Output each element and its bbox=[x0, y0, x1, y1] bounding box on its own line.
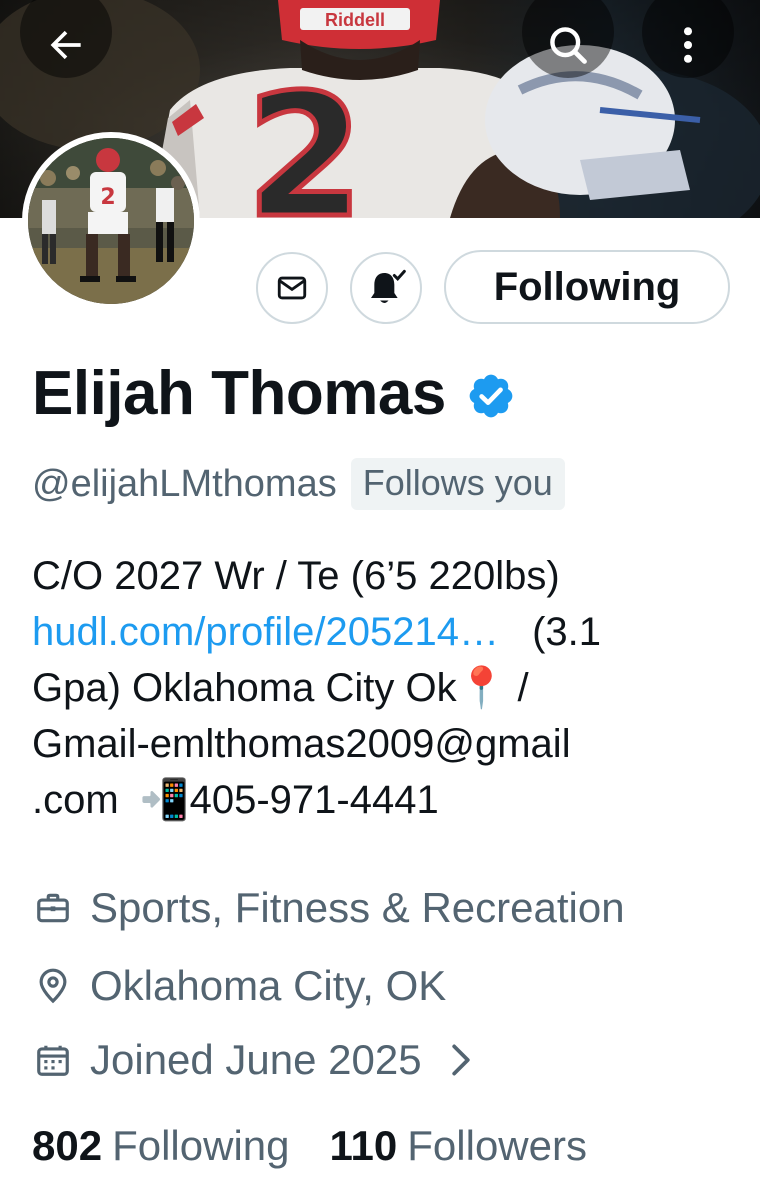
briefcase-icon bbox=[32, 887, 74, 929]
user-handle: @elijahLMthomas bbox=[32, 462, 337, 505]
display-name: Elijah Thomas bbox=[32, 359, 446, 428]
avatar-jersey-number: 2 bbox=[100, 185, 115, 210]
bio-line: C/O 2027 Wr / Te (6’5 220lbs) bbox=[32, 554, 560, 598]
helmet-logo-text: Riddell bbox=[325, 10, 385, 30]
following-button[interactable]: Following bbox=[444, 250, 730, 324]
followers-count: 110 bbox=[329, 1122, 398, 1169]
search-icon bbox=[550, 27, 587, 64]
bio-link[interactable]: hudl.com/profile/205214… bbox=[32, 610, 499, 654]
bio-text: (3.1 bbox=[532, 610, 602, 654]
more-vertical-icon bbox=[683, 27, 693, 63]
profile-joined[interactable]: Joined June 2025 bbox=[32, 1036, 474, 1084]
avatar[interactable]: 2 bbox=[22, 132, 200, 310]
avatar-photo: 2 bbox=[28, 138, 194, 304]
following-link[interactable]: 802 Following bbox=[32, 1122, 290, 1170]
mail-icon bbox=[277, 276, 307, 300]
category-text: Sports, Fitness & Recreation bbox=[90, 884, 625, 931]
bio-phone: 405-971-4441 bbox=[189, 778, 439, 822]
location-text: Oklahoma City, OK bbox=[90, 962, 447, 1009]
calendar-icon bbox=[32, 1039, 74, 1081]
followers-link[interactable]: 110 Followers bbox=[330, 1122, 587, 1170]
phone-emoji: 📲 bbox=[139, 778, 190, 822]
arrow-left-icon bbox=[50, 30, 81, 60]
verified-badge-icon[interactable] bbox=[466, 371, 516, 421]
bio-text: .com bbox=[32, 778, 119, 822]
bio-line: Gpa) Oklahoma City Ok📍 / bbox=[32, 666, 529, 710]
profile-bio: C/O 2027 Wr / Te (6’5 220lbs) hudl.com/p… bbox=[32, 548, 732, 828]
following-count: 802 bbox=[32, 1122, 103, 1169]
jersey-number: 2 bbox=[246, 58, 364, 218]
location-pin-icon bbox=[32, 965, 74, 1007]
profile-category: Sports, Fitness & Recreation bbox=[32, 884, 625, 932]
bio-line: hudl.com/profile/205214… (3.1 bbox=[32, 604, 732, 660]
profile-location: Oklahoma City, OK bbox=[32, 962, 446, 1010]
follows-you-badge: Follows you bbox=[350, 458, 565, 510]
profile-name-row: Elijah Thomas bbox=[32, 358, 516, 429]
notifications-button[interactable] bbox=[350, 252, 422, 324]
joined-text: Joined June 2025 bbox=[90, 1036, 422, 1083]
following-label: Following bbox=[112, 1122, 290, 1169]
bio-line: Gmail-emlthomas2009@gmail bbox=[32, 722, 571, 766]
handle-row: @elijahLMthomas Follows you bbox=[32, 458, 565, 510]
follow-stats: 802 Following 110 Followers bbox=[32, 1122, 587, 1170]
followers-label: Followers bbox=[407, 1122, 587, 1169]
message-button[interactable] bbox=[256, 252, 328, 324]
chevron-right-icon bbox=[448, 1043, 474, 1077]
bell-check-icon bbox=[371, 269, 406, 303]
bio-line: .com 📲405-971-4441 bbox=[32, 772, 732, 828]
